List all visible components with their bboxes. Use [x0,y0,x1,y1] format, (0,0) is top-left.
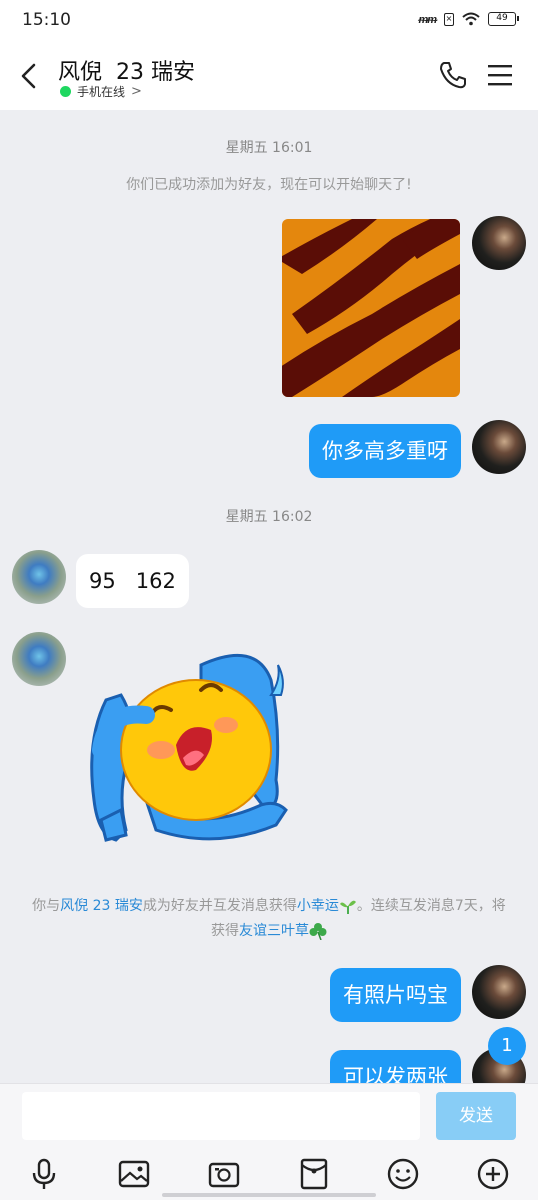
message-input[interactable] [22,1092,420,1140]
unread-count-badge[interactable]: 1 [488,1027,526,1065]
clover-link[interactable]: 友谊三叶草 [239,923,309,939]
online-dot-icon [60,86,71,97]
contact-avatar[interactable] [12,632,66,686]
timestamp: 星期五 16:01 [225,140,313,156]
image-icon[interactable] [117,1157,151,1191]
chat-header: 风倪 23 瑞安 手机在线 > [0,40,538,110]
message-bubble-outgoing[interactable]: 有照片吗宝 [330,968,461,1022]
system-message: 你们已成功添加为好友，现在可以开始聊天了! [126,177,412,193]
self-avatar[interactable] [472,216,526,270]
lucky-link[interactable]: 小幸运 [297,898,339,914]
sim-icon: × [444,12,454,26]
wifi-icon [462,12,480,26]
chat-title[interactable]: 风倪 23 瑞安 [58,54,195,86]
back-icon[interactable] [18,62,42,90]
signal-icon: ᵯᵯ [418,12,437,26]
status-icons: ᵯᵯ × 49 [418,12,519,26]
camera-icon[interactable] [207,1157,241,1191]
send-button[interactable]: 发送 [436,1092,516,1140]
message-bubble-incoming[interactable]: 95 162 [76,554,189,608]
microphone-icon[interactable] [27,1157,61,1191]
online-status-label: 手机在线 [77,85,126,99]
input-bar: 发送 [0,1083,538,1200]
status-time: 15:10 [22,10,71,30]
status-bar: 15:10 ᵯᵯ × 49 [0,0,538,40]
friendship-notice: 你与风倪 23 瑞安成为好友并互发消息获得小幸运 。连续互发消息7天，将获得友谊三… [32,898,506,941]
self-avatar[interactable] [472,420,526,474]
chevron-right-icon: > [131,84,142,99]
self-avatar[interactable] [472,965,526,1019]
plus-icon[interactable] [476,1157,510,1191]
emoji-icon[interactable] [386,1157,420,1191]
clover-icon [309,923,327,941]
timestamp: 星期五 16:02 [225,509,313,525]
home-indicator[interactable] [162,1193,376,1197]
image-message[interactable] [282,219,460,397]
contact-avatar[interactable] [12,550,66,604]
crying-emoji-sticker[interactable] [86,640,296,855]
menu-icon[interactable] [488,64,512,86]
online-status[interactable]: 手机在线 > [60,83,142,100]
red-packet-icon[interactable] [297,1157,331,1191]
battery-icon: 49 [488,12,519,26]
contact-name-link[interactable]: 风倪 23 瑞安 [60,898,143,914]
phone-call-icon[interactable] [438,60,468,90]
message-bubble-outgoing[interactable]: 你多高多重呀 [309,424,461,478]
sprout-icon [339,900,356,914]
